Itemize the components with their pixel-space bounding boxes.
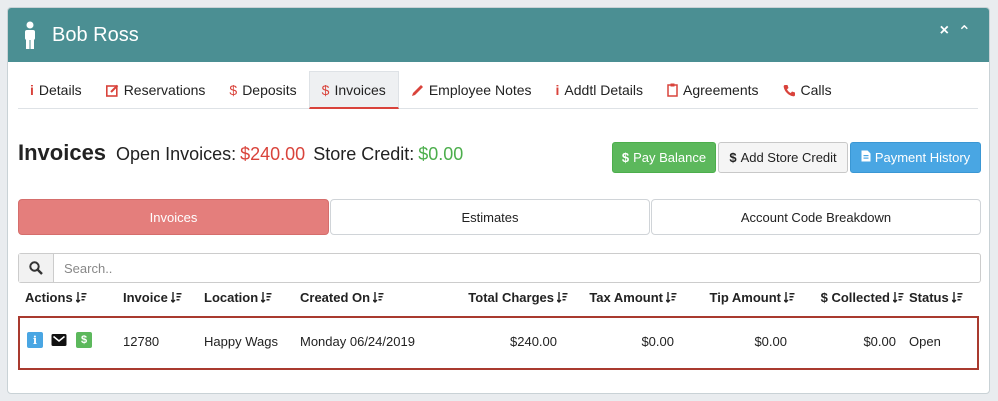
column-label: Status xyxy=(909,290,949,305)
tab-deposits[interactable]: $ Deposits xyxy=(217,71,308,109)
store-credit-value: $0.00 xyxy=(418,144,464,164)
table-header: Actions Invoice Location Created On Tota… xyxy=(18,286,981,312)
payment-history-label: Payment History xyxy=(874,150,971,165)
tab-bar: i Details Reservations $ Deposits $ Invo… xyxy=(18,71,978,109)
search-button[interactable] xyxy=(19,254,54,282)
pay-button[interactable]: $ xyxy=(76,332,92,348)
column-header-actions[interactable]: Actions xyxy=(25,290,87,305)
dollar-icon: $ xyxy=(321,81,330,98)
sort-icon xyxy=(893,292,904,303)
person-icon xyxy=(25,21,35,49)
tab-addtl-details[interactable]: i Addtl Details xyxy=(544,71,655,109)
cell-total-charges: $240.00 xyxy=(510,334,557,349)
tab-reservations[interactable]: Reservations xyxy=(94,71,218,109)
envelope-icon xyxy=(51,334,67,346)
cell-invoice: 12780 xyxy=(123,334,160,349)
info-icon: i xyxy=(555,82,560,98)
tab-details[interactable]: i Details xyxy=(18,71,94,109)
tab-label: Details xyxy=(38,82,82,98)
sort-icon xyxy=(75,292,87,303)
sort-icon xyxy=(666,292,677,303)
column-header-tax-amount[interactable]: Tax Amount xyxy=(589,290,677,305)
collapse-icon[interactable]: ⌃ xyxy=(958,22,971,42)
column-header-location[interactable]: Location xyxy=(204,290,272,305)
pencil-icon xyxy=(411,84,424,97)
tab-label: Deposits xyxy=(242,82,297,98)
pay-balance-button[interactable]: $ Pay Balance xyxy=(612,142,716,173)
tab-label: Agreements xyxy=(683,82,759,98)
payment-history-button[interactable]: Payment History xyxy=(850,142,981,173)
client-panel: Bob Ross × ⌃ i Details Reservations $ De… xyxy=(7,7,990,394)
pay-balance-label: Pay Balance xyxy=(633,150,707,165)
cell-collected: $0.00 xyxy=(863,334,896,349)
segment-invoices[interactable]: Invoices xyxy=(18,199,329,235)
sort-icon xyxy=(373,292,384,303)
info-icon: i xyxy=(30,82,34,98)
clipboard-icon xyxy=(667,83,678,97)
tab-employee-notes[interactable]: Employee Notes xyxy=(399,71,544,109)
tab-invoices[interactable]: $ Invoices xyxy=(308,71,399,109)
tab-calls[interactable]: Calls xyxy=(771,71,844,109)
segment-account-code-breakdown[interactable]: Account Code Breakdown xyxy=(651,199,981,235)
tab-label: Addtl Details xyxy=(564,82,644,98)
column-label: Actions xyxy=(25,290,73,305)
column-label: Location xyxy=(204,290,259,305)
close-icon[interactable]: × xyxy=(940,22,949,40)
open-invoices-label: Open Invoices: xyxy=(116,144,237,164)
tab-label: Reservations xyxy=(123,82,206,98)
sort-icon xyxy=(261,292,272,303)
tab-label: Calls xyxy=(800,82,832,98)
panel-title: Bob Ross xyxy=(52,23,139,46)
email-button[interactable] xyxy=(51,332,67,348)
tab-agreements[interactable]: Agreements xyxy=(655,71,770,109)
column-header-invoice[interactable]: Invoice xyxy=(123,290,182,305)
panel-header: Bob Ross × ⌃ xyxy=(8,8,989,62)
column-header-collected[interactable]: $ Collected xyxy=(821,290,904,305)
tab-label: Invoices xyxy=(334,81,386,98)
sort-icon xyxy=(951,292,963,303)
dollar-icon: $ xyxy=(621,150,630,165)
store-credit-label: Store Credit: xyxy=(313,144,415,164)
sort-icon xyxy=(557,292,568,303)
column-header-total-charges[interactable]: Total Charges xyxy=(468,290,568,305)
add-store-credit-button[interactable]: $ Add Store Credit xyxy=(718,142,848,173)
search-bar xyxy=(18,253,981,283)
search-input[interactable] xyxy=(54,254,980,282)
dollar-icon: $ xyxy=(229,82,238,98)
cell-location: Happy Wags xyxy=(204,334,278,349)
cell-created-on: Monday 06/24/2019 xyxy=(300,334,415,349)
search-icon xyxy=(29,261,43,275)
column-label: Tax Amount xyxy=(589,290,663,305)
segment-estimates[interactable]: Estimates xyxy=(330,199,650,235)
column-header-created-on[interactable]: Created On xyxy=(300,290,384,305)
add-store-credit-label: Add Store Credit xyxy=(740,150,837,165)
column-label: Total Charges xyxy=(468,290,554,305)
invoice-summary: Invoices Open Invoices: $240.00 Store Cr… xyxy=(18,140,463,166)
document-icon xyxy=(861,150,871,165)
column-label: $ Collected xyxy=(820,290,890,305)
dollar-icon: $ xyxy=(729,150,737,165)
sort-icon xyxy=(170,292,182,303)
phone-icon xyxy=(783,84,796,97)
cell-tip-amount: $0.00 xyxy=(754,334,787,349)
cell-status: Open xyxy=(909,334,941,349)
table-row[interactable]: i $ 12780 Happy Wags Monday 06/24/2019 $… xyxy=(18,316,979,370)
tab-label: Employee Notes xyxy=(428,82,532,98)
column-label: Invoice xyxy=(123,290,168,305)
column-header-status[interactable]: Status xyxy=(909,290,963,305)
sort-icon xyxy=(784,292,795,303)
column-header-tip-amount[interactable]: Tip Amount xyxy=(710,290,796,305)
info-button[interactable]: i xyxy=(27,332,43,348)
cell-tax-amount: $0.00 xyxy=(641,334,674,349)
column-label: Created On xyxy=(300,290,371,305)
edit-icon xyxy=(105,84,119,97)
open-invoices-value: $240.00 xyxy=(240,144,306,164)
column-label: Tip Amount xyxy=(709,290,782,305)
page-title: Invoices xyxy=(18,140,107,165)
